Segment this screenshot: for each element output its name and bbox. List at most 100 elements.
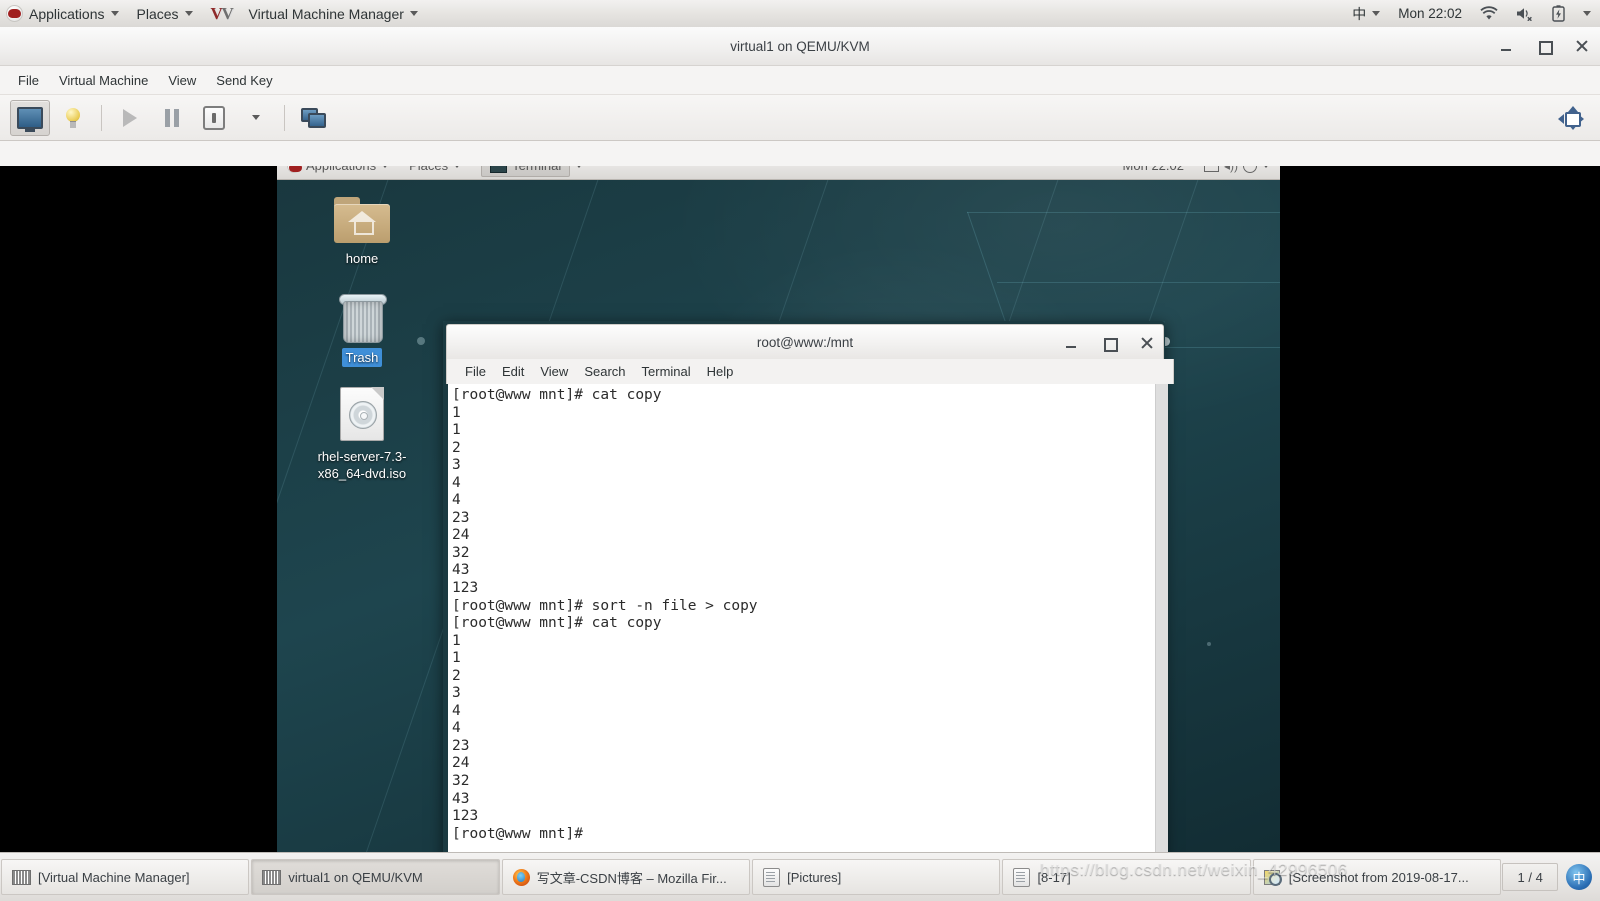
host-menu-applications-label: Applications xyxy=(29,5,105,22)
monitor-icon xyxy=(17,106,43,132)
shutdown-menu-button[interactable] xyxy=(237,101,275,135)
vmm-titlebar[interactable]: virtual1 on QEMU/KVM xyxy=(0,27,1600,66)
taskbar-item-screenshot[interactable]: [Screenshot from 2019-08-17... xyxy=(1252,859,1502,895)
terminal-menu-search[interactable]: Search xyxy=(576,361,633,382)
taskbar-item-virtual1[interactable]: virtual1 on QEMU/KVM xyxy=(251,859,500,895)
screen-root: Applications Places VV Virtual Machine M… xyxy=(0,0,1600,901)
battery-icon xyxy=(1203,166,1219,172)
desktop-icon-home[interactable]: home xyxy=(307,197,417,268)
close-icon[interactable] xyxy=(1139,335,1155,351)
taskbar-item-firefox[interactable]: 写文章-CSDN博客 – Mozilla Fir... xyxy=(501,859,751,895)
guest-menu-places-label: Places xyxy=(409,166,448,173)
terminal-titlebar[interactable]: root@www:/mnt xyxy=(446,324,1164,360)
taskbar-item-pictures[interactable]: [Pictures] xyxy=(752,859,1001,895)
chevron-down-icon xyxy=(110,11,119,16)
volume-muted-icon-svg xyxy=(1517,8,1532,21)
host-menu-applications[interactable]: Applications xyxy=(0,0,128,27)
terminal-window-title: root@www:/mnt xyxy=(756,335,854,350)
guest-menu-applications-label: Applications xyxy=(306,166,376,173)
host-menu-places[interactable]: Places xyxy=(128,0,202,27)
chevron-down-icon xyxy=(1372,11,1381,16)
clock[interactable]: Mon 22:02 xyxy=(1389,0,1471,27)
run-button[interactable] xyxy=(111,101,149,135)
wifi-icon[interactable] xyxy=(1471,0,1507,27)
tray-menu-button[interactable] xyxy=(1574,0,1600,27)
terminal-menu-file[interactable]: File xyxy=(457,361,494,382)
guest-window-menu-terminal[interactable]: Terminal xyxy=(471,166,593,177)
show-details-button[interactable] xyxy=(54,101,92,135)
vmm-icon xyxy=(262,869,282,885)
file-manager-icon xyxy=(1013,867,1031,887)
terminal-window[interactable]: root@www:/mnt File Edit View Search Term… xyxy=(443,321,1174,867)
vmm-menu-view[interactable]: View xyxy=(158,69,206,92)
guest-tray-icons[interactable]: ◂)) xyxy=(1194,166,1280,173)
input-method-indicator[interactable]: 中 xyxy=(1343,0,1389,27)
fullscreen-button[interactable] xyxy=(1552,101,1590,135)
terminal-menu-help[interactable]: Help xyxy=(699,361,742,382)
minimize-icon[interactable] xyxy=(1498,38,1514,54)
desktop-icon-trash[interactable]: Trash xyxy=(307,292,417,367)
chevron-down-icon xyxy=(381,166,390,168)
redhat-logo-icon xyxy=(287,166,302,173)
vmm-menu-virtual-machine[interactable]: Virtual Machine xyxy=(49,69,158,92)
maximize-icon[interactable] xyxy=(1536,38,1553,55)
chevron-down-icon xyxy=(1262,166,1270,168)
fullscreen-arrows-icon xyxy=(1558,105,1584,130)
vm-console-viewport[interactable]: Applications Places Terminal xyxy=(0,166,1600,867)
snapshots-icon xyxy=(301,107,326,128)
guest-clock[interactable]: Mon 22:02 xyxy=(1113,166,1194,173)
vmm-menubar: File Virtual Machine View Send Key xyxy=(0,66,1600,95)
taskbar-input-method-label: 中 xyxy=(1572,870,1586,886)
volume-muted-icon[interactable] xyxy=(1507,0,1543,27)
taskbar-item-firefox-label: 写文章-CSDN博客 – Mozilla Fir... xyxy=(536,870,727,886)
terminal-output-area[interactable]: [root@www mnt]# cat copy 1 1 2 3 4 4 23 … xyxy=(448,384,1155,867)
trash-icon xyxy=(336,292,388,344)
terminal-scrollbar[interactable] xyxy=(1155,384,1168,867)
close-icon[interactable] xyxy=(1574,38,1590,54)
pause-button[interactable] xyxy=(153,101,191,135)
guest-menu-applications[interactable]: Applications xyxy=(277,166,399,173)
chevron-down-icon xyxy=(184,11,193,16)
snapshots-button[interactable] xyxy=(294,101,332,135)
battery-icon[interactable] xyxy=(1543,0,1574,27)
desktop-icon-iso-label: rhel-server-7.3-x86_64-dvd.iso xyxy=(317,449,407,481)
vmm-menu-send-key[interactable]: Send Key xyxy=(206,69,282,92)
vmm-window: virtual1 on QEMU/KVM File Virtual Machin… xyxy=(0,27,1600,867)
wifi-icon-svg xyxy=(1480,6,1498,20)
chevron-down-icon xyxy=(1583,11,1591,16)
vmm-icon xyxy=(12,869,31,885)
taskbar-item-8-17[interactable]: [8-17] xyxy=(1002,859,1251,895)
terminal-menu-edit[interactable]: Edit xyxy=(494,361,532,382)
terminal-icon xyxy=(490,166,508,173)
minimize-icon[interactable] xyxy=(1063,335,1079,351)
workspace-switcher[interactable]: 1 / 4 xyxy=(1502,863,1559,891)
terminal-menu-view[interactable]: View xyxy=(532,361,576,382)
play-icon xyxy=(123,108,137,127)
host-window-menu-vmm-label: Virtual Machine Manager xyxy=(248,5,404,22)
taskbar-input-method-badge[interactable]: 中 xyxy=(1566,864,1592,890)
desktop-icon-iso[interactable]: rhel-server-7.3-x86_64-dvd.iso xyxy=(302,387,422,483)
screenshot-icon xyxy=(1263,869,1282,886)
desktop-icon-trash-label: Trash xyxy=(341,348,383,367)
vmm-menu-file[interactable]: File xyxy=(8,69,49,92)
terminal-window-controls xyxy=(1063,325,1155,360)
guest-terminal-tab[interactable]: Terminal xyxy=(481,166,571,177)
maximize-icon[interactable] xyxy=(1101,335,1118,352)
taskbar-item-pictures-label: [Pictures] xyxy=(787,869,842,885)
taskbar-item-vmm-label: [Virtual Machine Manager] xyxy=(38,869,190,885)
guest-menu-places[interactable]: Places xyxy=(399,166,471,173)
host-top-panel: Applications Places VV Virtual Machine M… xyxy=(0,0,1600,28)
taskbar-item-8-17-label: [8-17] xyxy=(1037,869,1071,885)
vmm-window-controls xyxy=(1498,27,1590,65)
terminal-menubar: File Edit View Search Terminal Help xyxy=(446,359,1174,384)
terminal-body: [root@www mnt]# cat copy 1 1 2 3 4 4 23 … xyxy=(448,384,1598,867)
terminal-menu-terminal[interactable]: Terminal xyxy=(634,361,699,382)
chevron-down-icon xyxy=(575,166,584,168)
taskbar-item-vmm[interactable]: [Virtual Machine Manager] xyxy=(1,859,250,895)
show-console-button[interactable] xyxy=(10,99,50,136)
host-window-menu-vmm[interactable]: VV Virtual Machine Manager xyxy=(202,0,427,27)
vmm-logo-icon: VV xyxy=(210,4,234,23)
guest-terminal-tab-label: Terminal xyxy=(512,166,561,173)
shutdown-button[interactable] xyxy=(195,101,233,135)
toolbar-separator xyxy=(101,104,102,131)
